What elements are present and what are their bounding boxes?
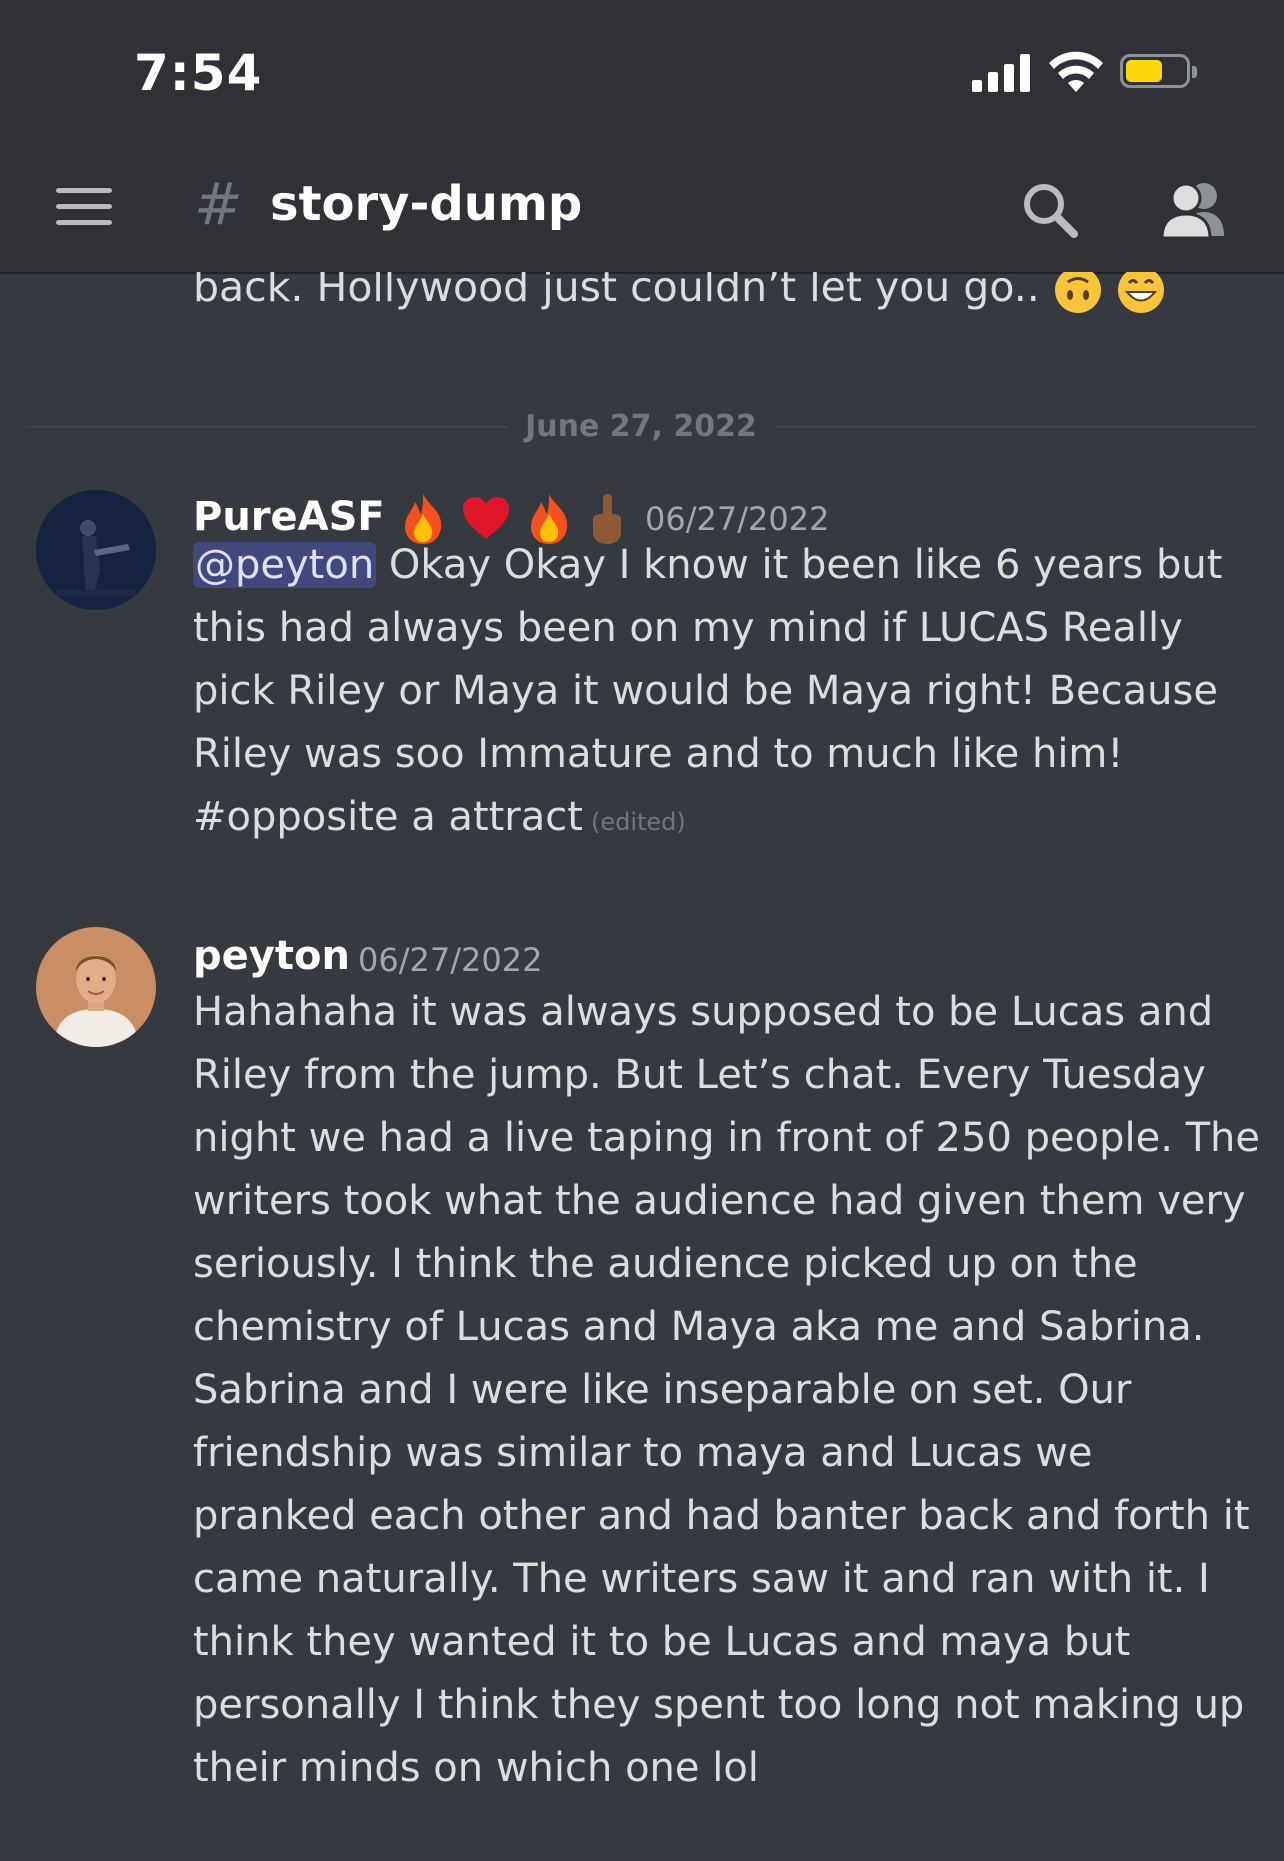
channel-header: # story-dump — [0, 140, 1284, 274]
message-text: @peyton Okay Okay I know it been like 6 … — [193, 542, 1223, 840]
user-mention[interactable]: @peyton — [193, 542, 377, 588]
channel-name[interactable]: story-dump — [270, 176, 582, 232]
date-divider-label: June 27, 2022 — [525, 409, 757, 444]
avatar[interactable] — [36, 927, 156, 1047]
search-icon[interactable] — [1020, 180, 1080, 240]
battery-icon — [1120, 54, 1198, 92]
message-list[interactable]: back. Hollywood just couldn’t let you go… — [0, 272, 1284, 1861]
upside-down-face-emoji — [1054, 272, 1101, 313]
date-divider: June 27, 2022 — [26, 407, 1256, 447]
username[interactable]: peyton — [193, 933, 350, 979]
members-icon[interactable] — [1160, 178, 1226, 240]
cellular-signal-icon — [972, 54, 1032, 92]
status-bar: 7:54 — [0, 0, 1284, 140]
grinning-face-emoji — [1117, 272, 1164, 313]
message-text: back. Hollywood just couldn’t let you go… — [193, 272, 1040, 311]
message-text: Hahahaha it was always supposed to be Lu… — [193, 989, 1261, 1791]
avatar[interactable] — [36, 490, 156, 610]
edited-label: (edited) — [590, 808, 686, 836]
message-timestamp: 06/27/2022 — [358, 941, 543, 979]
clock-time: 7:54 — [134, 44, 263, 102]
previous-message-text: back. Hollywood just couldn’t let you go… — [193, 272, 1253, 315]
wifi-icon — [1049, 51, 1103, 92]
channel-hash-icon: # — [194, 170, 243, 238]
menu-icon[interactable] — [56, 188, 112, 226]
message-timestamp: 06/27/2022 — [645, 500, 830, 538]
